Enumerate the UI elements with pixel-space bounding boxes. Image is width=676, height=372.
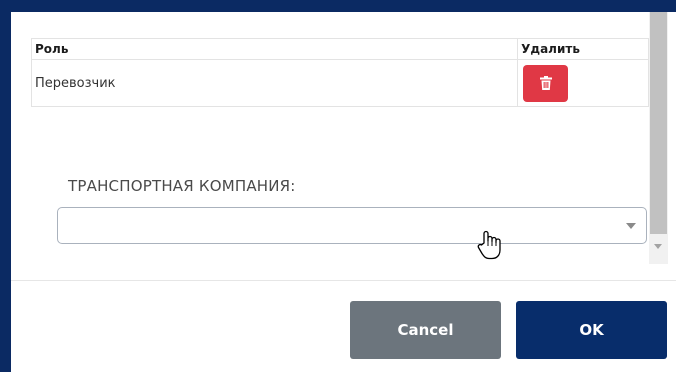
roles-table: Роль Удалить Перевозчик	[30, 38, 649, 107]
ok-button[interactable]: OK	[516, 301, 667, 359]
window-frame-top	[0, 0, 676, 12]
transport-company-select[interactable]	[57, 207, 647, 244]
column-header-delete: Удалить	[517, 38, 649, 60]
modal-dialog: Роль Удалить Перевозчик ТРАНСПОРТНАЯ КОМ…	[11, 12, 676, 372]
vertical-scrollbar[interactable]	[649, 12, 668, 264]
delete-cell	[517, 59, 649, 107]
hand-pointer-icon	[477, 230, 501, 260]
delete-role-button[interactable]	[523, 64, 569, 102]
scrollbar-thumb[interactable]	[650, 12, 667, 234]
footer-divider	[11, 280, 676, 281]
scroll-down-arrow-icon[interactable]	[654, 244, 662, 249]
column-header-role: Роль	[30, 38, 519, 60]
modal-body: Роль Удалить Перевозчик ТРАНСПОРТНАЯ КОМ…	[11, 12, 668, 264]
table-row: Перевозчик	[30, 59, 649, 107]
trash-icon	[539, 76, 552, 90]
window-frame-left	[0, 0, 11, 372]
cancel-button[interactable]: Cancel	[350, 301, 501, 359]
table-header-row: Роль Удалить	[30, 38, 649, 60]
transport-company-label: ТРАНСПОРТНАЯ КОМПАНИЯ:	[68, 177, 296, 195]
role-cell: Перевозчик	[30, 59, 519, 107]
chevron-down-icon[interactable]	[626, 223, 636, 229]
